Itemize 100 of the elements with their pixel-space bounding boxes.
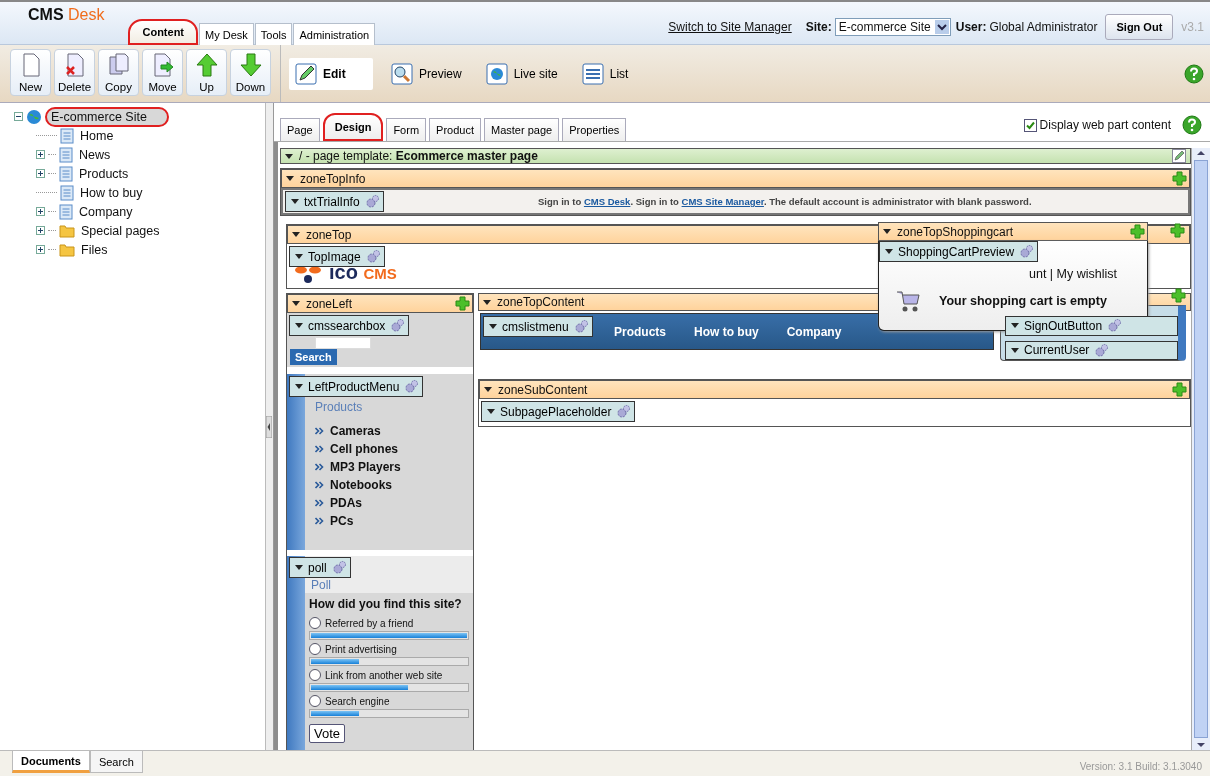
tree-item[interactable]: Special pages (78, 222, 163, 239)
main-tab[interactable]: Content (128, 19, 198, 45)
toolbar-button[interactable]: New (10, 49, 51, 96)
view-mode-button[interactable]: Edit (289, 57, 373, 90)
toolbar-button[interactable]: Copy (98, 49, 139, 96)
flower-logo-icon (293, 264, 323, 284)
caret-icon (885, 249, 893, 254)
double-chevron-icon (315, 517, 324, 525)
web-part-label[interactable]: SubpagePlaceholder (481, 401, 636, 422)
zone-name: zoneTopShoppingcart (897, 224, 1014, 239)
tree-item[interactable]: Files (78, 241, 111, 258)
poll-option[interactable]: Search engine (309, 695, 469, 707)
site-dropdown[interactable]: E-commerce Site (834, 18, 951, 36)
web-part-label[interactable]: poll (289, 557, 351, 578)
caret-icon (295, 384, 303, 389)
double-chevron-icon (315, 445, 324, 453)
tree-item[interactable]: News (76, 146, 114, 163)
document-arrow-icon (151, 53, 174, 77)
scrollbar[interactable] (1191, 148, 1210, 750)
vote-button[interactable]: Vote (309, 724, 346, 743)
poll-option[interactable]: Referred by a friend (309, 617, 469, 629)
help-icon[interactable] (1182, 115, 1202, 135)
page-icon (60, 127, 74, 144)
toolbar-button[interactable]: Down (230, 49, 271, 96)
expand-icon[interactable] (36, 226, 45, 235)
web-part-label[interactable]: SignOutButton (1005, 316, 1178, 336)
page-tab[interactable]: Master page (484, 118, 560, 141)
link[interactable]: CMS Site Manager (681, 196, 764, 207)
menu-link[interactable]: PDAs (330, 496, 362, 510)
switch-site-manager-link[interactable]: Switch to Site Manager (668, 20, 792, 34)
view-mode-button[interactable]: Live site (479, 57, 564, 90)
poll-option[interactable]: Link from another web site (309, 669, 469, 681)
search-button[interactable]: Search (290, 349, 337, 365)
help-icon[interactable] (1184, 63, 1204, 84)
scroll-up-icon[interactable] (1195, 148, 1207, 158)
tree-item[interactable]: Company (76, 203, 136, 220)
poll-option[interactable]: Print advertising (309, 643, 469, 655)
toolbar-button[interactable]: Move (142, 49, 183, 96)
zone-name: zoneSubContent (498, 382, 588, 397)
bottom-tab[interactable]: Search (89, 751, 143, 773)
double-chevron-icon (315, 481, 324, 489)
user-name: Global Administrator (989, 20, 1098, 34)
page-tab[interactable]: Properties (562, 118, 627, 141)
caret-icon (487, 409, 495, 414)
view-mode-button[interactable]: List (575, 57, 635, 90)
add-icon[interactable] (455, 296, 470, 311)
add-icon[interactable] (1171, 288, 1186, 303)
page-tab[interactable]: Form (386, 118, 427, 141)
expand-icon[interactable] (36, 207, 45, 216)
sign-out-button[interactable]: Sign Out (1105, 14, 1174, 40)
collapse-icon[interactable] (14, 112, 23, 121)
add-icon[interactable] (1170, 223, 1185, 238)
cart-links-text: unt | My wishlist (1029, 267, 1117, 281)
web-part-label[interactable]: cmslistmenu (483, 316, 593, 338)
web-part-label[interactable]: txtTrialInfo (285, 191, 384, 212)
expand-icon[interactable] (36, 169, 45, 178)
web-part-label[interactable]: TopImage (289, 246, 385, 267)
bottom-tab[interactable]: Documents (12, 751, 90, 773)
expand-icon[interactable] (36, 150, 45, 159)
main-tab[interactable]: My Desk (199, 23, 254, 45)
web-part-label[interactable]: CurrentUser (1005, 340, 1178, 360)
tree-item[interactable]: E-commerce Site (45, 106, 169, 127)
gear-icon (1107, 318, 1123, 334)
page-template-title: / - page template: Ecommerce master page (299, 149, 538, 163)
menu-link[interactable]: Notebooks (330, 478, 392, 492)
toolbar-button[interactable]: Up (186, 49, 227, 96)
menu-link[interactable]: MP3 Players (330, 460, 401, 474)
navigation-link[interactable]: How to buy (694, 324, 759, 339)
main-tab[interactable]: Tools (254, 23, 293, 45)
web-part-label[interactable]: ShoppingCartPreview (879, 241, 1039, 262)
view-mode-button[interactable]: Preview (385, 57, 468, 90)
tree-item[interactable]: Products (76, 165, 132, 182)
caret-icon (292, 301, 300, 306)
web-part-label[interactable]: cmssearchbox (289, 315, 410, 336)
expand-icon[interactable] (36, 245, 45, 254)
caret-icon (285, 153, 293, 159)
shopping-cart-icon (895, 289, 921, 313)
trial-info-text: Sign in to CMS Desk. Sign in to CMS Site Manager. The default account is administrator with blank password. (537, 196, 1033, 207)
menu-link[interactable]: Cameras (330, 424, 381, 438)
main-tab[interactable]: Administration (293, 23, 376, 45)
navigation-link[interactable]: Products (614, 324, 666, 339)
menu-link[interactable]: Cell phones (330, 442, 398, 456)
double-chevron-icon (315, 463, 324, 471)
zone-name: zoneTopInfo (300, 171, 366, 186)
collapse-arrow-icon[interactable] (266, 415, 272, 438)
tree-item[interactable]: Home (77, 127, 117, 144)
tree-item[interactable]: How to buy (77, 184, 146, 201)
gear-icon (1094, 342, 1110, 358)
page-tab[interactable]: Design (322, 113, 384, 141)
search-input[interactable] (315, 337, 371, 349)
navigation-link[interactable]: Company (786, 324, 842, 339)
add-icon[interactable] (1172, 171, 1187, 186)
menu-link[interactable]: PCs (330, 514, 354, 528)
edit-icon[interactable] (1172, 149, 1186, 163)
display-web-part-content-checkbox[interactable]: Display web part content (1023, 118, 1171, 132)
version-label: v3.1 (1181, 20, 1204, 34)
page-tab[interactable]: Page (280, 118, 320, 141)
web-part-label[interactable]: LeftProductMenu (289, 376, 424, 397)
toolbar-button[interactable]: Delete (54, 49, 95, 96)
page-tab[interactable]: Product (429, 118, 481, 141)
